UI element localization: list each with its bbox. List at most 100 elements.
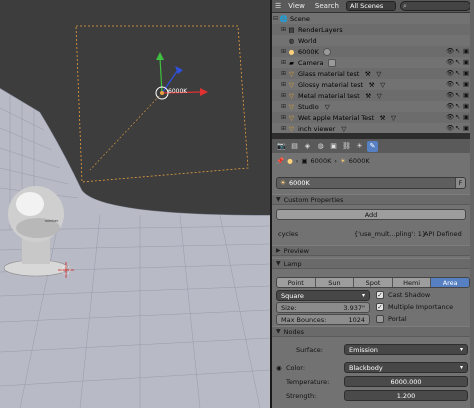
renderlayers-tab-icon[interactable]: ▤	[289, 141, 300, 152]
outliner-row-glossy-material-test[interactable]: ⊞ ▽ Glossy material test ⚒ ▽	[272, 79, 474, 90]
mesh-data-icon[interactable]: ▽	[323, 103, 332, 111]
outliner-row-renderlayers[interactable]: ⊞ ▤ RenderLayers	[272, 24, 474, 35]
lamp-type-point[interactable]: Point	[277, 278, 316, 287]
preview-panel-header[interactable]: ▶ Preview	[272, 245, 474, 256]
camera-data-icon[interactable]	[327, 58, 336, 67]
expand-icon[interactable]: ⊞	[280, 125, 287, 132]
panel-title: Lamp	[283, 259, 302, 268]
render-camera-icons[interactable]: ▣ ▣ ▣ ▣ ▣ ▣ ▣ ▣	[463, 46, 469, 134]
portal-checkbox[interactable]: Portal	[376, 315, 407, 323]
color-input-select[interactable]: Blackbody ▾	[344, 362, 468, 373]
3d-viewport[interactable]: ·wimber 6000K	[0, 0, 270, 408]
cast-shadow-checkbox[interactable]: ✓ Cast Shadow	[376, 291, 430, 299]
object-tab-icon[interactable]: ▣	[328, 141, 339, 152]
expand-icon[interactable]: ⊞	[280, 92, 287, 99]
collapse-arrow-icon: ▼	[276, 196, 281, 203]
lamp-data-tab-icon[interactable]: ☀	[354, 141, 365, 152]
lamp-name-label: 6000K	[168, 88, 188, 95]
color-label: Color:	[286, 364, 306, 372]
socket-icon[interactable]: ◉	[276, 364, 282, 372]
lamp-type-sun[interactable]: Sun	[315, 278, 355, 287]
lamp-data-icon[interactable]	[322, 47, 331, 56]
modifier-icon[interactable]: ⚒	[364, 92, 373, 100]
cycles-property-value: {'use_mult...pling': 1}	[354, 230, 426, 238]
object-icon: ▣	[301, 157, 308, 165]
modifier-icon[interactable]: ⚒	[367, 81, 376, 89]
max-bounces-field[interactable]: Max Bounces: 1024	[276, 314, 370, 325]
display-mode-select[interactable]: All Scenes	[345, 1, 396, 11]
size-value: 3.937"	[343, 303, 365, 312]
outliner-search-input[interactable]: ⌕	[399, 1, 471, 11]
outliner-row-camera[interactable]: ⊞ ▰ Camera	[272, 57, 474, 68]
area-shape-select[interactable]: Square ▾	[276, 290, 370, 301]
collapse-arrow-icon: ▼	[276, 260, 281, 267]
outliner-row-label: Studio	[298, 102, 319, 111]
search-menu[interactable]: Search	[312, 2, 342, 10]
size-field[interactable]: Size: 3.937"	[276, 302, 370, 313]
expand-icon[interactable]: ⊞	[280, 26, 287, 33]
outliner-row-wet-apple-material-test[interactable]: ⊞ ▽ Wet apple Material Test ⚒ ▽	[272, 112, 474, 123]
properties-editor: 📷 ▤ ◈ ◍ ▣ ⛓ ☀ ✎ 📌 ● › ▣ 6000K › ☀ 6000K …	[272, 139, 474, 408]
mesh-data-icon[interactable]: ▽	[374, 70, 383, 78]
strength-value: 1.200	[396, 391, 416, 400]
nodes-panel-header[interactable]: ▼ Nodes	[272, 326, 474, 337]
max-bounces-value: 1024	[348, 315, 365, 324]
strength-field[interactable]: 1.200	[344, 390, 468, 401]
mesh-data-icon[interactable]: ▽	[339, 125, 348, 133]
portal-label: Portal	[388, 315, 407, 323]
temperature-field[interactable]: 6000.000	[344, 376, 468, 387]
outliner-row-glass-material-test[interactable]: ⊞ ▽ Glass material test ⚒ ▽	[272, 68, 474, 79]
scrollbar[interactable]	[470, 0, 474, 408]
mesh-data-icon[interactable]: ▽	[378, 81, 387, 89]
viewport-canvas[interactable]: ·wimber	[0, 0, 270, 408]
multiple-importance-checkbox[interactable]: ✓ Multiple Importance	[376, 303, 453, 311]
lamp-type-spot[interactable]: Spot	[354, 278, 393, 287]
scene-tab-icon[interactable]: ◈	[302, 141, 313, 152]
view-menu[interactable]: View	[285, 2, 308, 10]
expand-icon[interactable]: ⊟	[272, 15, 279, 22]
modifier-icon[interactable]: ⚒	[378, 114, 387, 122]
lamp-name-value[interactable]: 6000K	[289, 179, 455, 187]
fake-user-button[interactable]: F	[455, 178, 465, 188]
expand-icon[interactable]: ⊞	[280, 114, 287, 121]
outliner-row-label: Metal material test	[298, 91, 360, 100]
checkbox-unchecked-icon	[376, 315, 384, 323]
mesh-data-icon[interactable]: ▽	[375, 92, 384, 100]
outliner-row-scene[interactable]: ⊟ 🌐 Scene	[272, 13, 474, 24]
outliner-row-studio[interactable]: ⊞ ▽ Studio ▽	[272, 101, 474, 112]
render-tab-icon[interactable]: 📷	[276, 141, 287, 152]
world-tab-icon[interactable]: ◍	[315, 141, 326, 152]
add-property-button[interactable]: Add	[276, 209, 466, 220]
outliner-row-world[interactable]: ◍ World	[272, 35, 474, 46]
expand-icon[interactable]: ⊞	[280, 48, 287, 55]
expand-icon[interactable]: ⊞	[280, 81, 287, 88]
outliner-row-label: Glass material test	[298, 69, 360, 78]
outliner-row-lamp[interactable]: ⊞ ● 6000K	[272, 46, 474, 57]
custom-properties-panel-header[interactable]: ▼ Custom Properties	[272, 194, 474, 205]
constraints-tab-icon[interactable]: ⛓	[341, 141, 352, 152]
pin-icon[interactable]: 📌	[276, 157, 284, 165]
mesh-icon: ▽	[289, 91, 294, 100]
panel-title: Custom Properties	[283, 195, 344, 204]
surface-shader-select[interactable]: Emission ▾	[344, 344, 468, 355]
lamp-tab-icon[interactable]: ✎	[367, 140, 378, 152]
mesh-data-icon[interactable]: ▽	[389, 114, 398, 122]
checkbox-checked-icon: ✓	[376, 302, 384, 311]
lamp-icon: ●	[287, 157, 293, 165]
lamp-panel-header[interactable]: ▼ Lamp	[272, 258, 474, 269]
expand-icon[interactable]: ⊞	[280, 70, 287, 77]
outliner-row-label: Scene	[290, 14, 310, 23]
lamp-type-area[interactable]: Area	[431, 278, 469, 287]
outliner-row-metal-material-test[interactable]: ⊞ ▽ Metal material test ⚒ ▽	[272, 90, 474, 101]
lamp-name-field[interactable]: ☀ 6000K F	[276, 177, 466, 189]
temperature-value: 6000.000	[390, 377, 422, 386]
modifier-icon[interactable]: ⚒	[363, 70, 372, 78]
lamp-type-hemi[interactable]: Hemi	[392, 278, 432, 287]
api-defined-label: API Defined	[424, 230, 462, 238]
max-bounces-label: Max Bounces:	[281, 315, 327, 324]
outliner-editor-icon[interactable]: ☰	[275, 2, 281, 10]
visibility-eye-icons[interactable]: 👁 👁 👁 👁 👁 👁 👁 👁	[446, 46, 454, 134]
expand-icon[interactable]: ⊞	[280, 103, 287, 110]
select-arrow-icons[interactable]: ↖ ↖ ↖ ↖ ↖ ↖ ↖ ↖	[455, 46, 460, 134]
expand-icon[interactable]: ⊞	[280, 59, 287, 66]
